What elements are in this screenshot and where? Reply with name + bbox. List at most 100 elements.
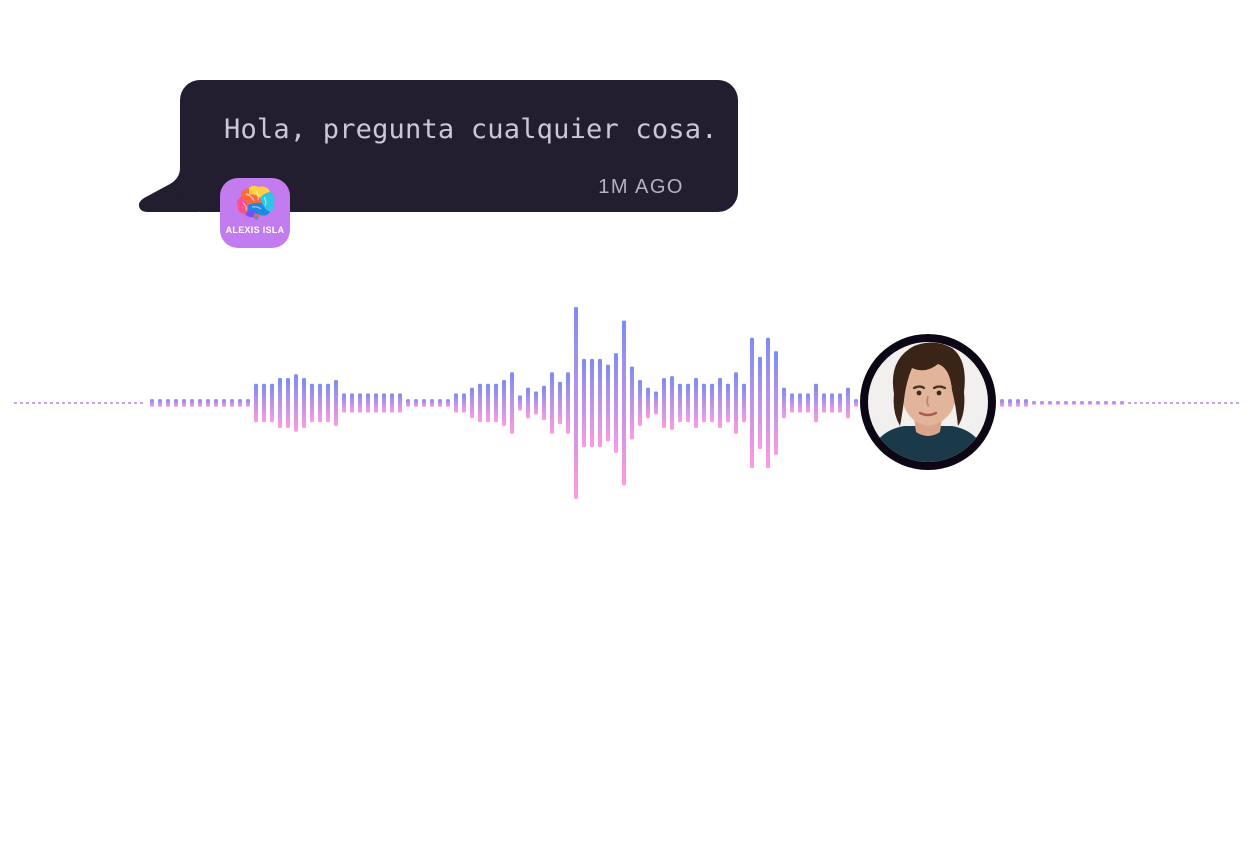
message-timestamp: 1M AGO [598, 176, 684, 198]
waveform-bar [270, 383, 274, 423]
waveform-bar [678, 383, 682, 423]
waveform-bar [518, 395, 522, 411]
waveform-trail-bar [1024, 399, 1028, 407]
waveform-bar [502, 379, 506, 427]
waveform-bar [590, 358, 594, 448]
waveform-bar [342, 393, 346, 413]
waveform-bar [734, 372, 738, 434]
waveform-bar [638, 379, 642, 427]
waveform-bar [742, 383, 746, 423]
waveform-bar [550, 372, 554, 434]
waveform-bar [366, 393, 370, 413]
waveform-bar [510, 372, 514, 434]
waveform-trail-bar [1016, 399, 1020, 407]
waveform-bar [358, 393, 362, 413]
waveform-bar [774, 351, 778, 455]
waveform-bar [222, 399, 226, 407]
waveform-bar [622, 320, 626, 486]
waveform-bar [350, 393, 354, 413]
waveform-bar [526, 387, 530, 419]
waveform-bar [470, 387, 474, 419]
waveform-bar [374, 393, 378, 413]
waveform-bar [430, 399, 434, 407]
waveform-bar [310, 383, 314, 423]
waveform-bar [574, 307, 578, 499]
waveform-bar [558, 381, 562, 425]
waveform-trail-bar [1064, 401, 1068, 405]
waveform-bar [566, 372, 570, 434]
waveform-bar [726, 383, 730, 423]
waveform-bar [318, 383, 322, 423]
waveform-bar [782, 387, 786, 419]
waveform-bar [246, 399, 250, 407]
waveform-bar [278, 378, 282, 428]
waveform-bar [398, 393, 402, 413]
waveform-bar [750, 337, 754, 469]
waveform-bar [334, 379, 338, 427]
waveform-bar [806, 393, 810, 413]
waveform-bar [766, 337, 770, 469]
waveform-bar [710, 383, 714, 423]
waveform-trail-bar [1088, 401, 1092, 405]
bot-avatar-label: ALEXIS ISLA [225, 225, 285, 235]
waveform-bar [582, 358, 586, 448]
waveform-trail-bar [1120, 401, 1124, 405]
waveform-bar [790, 393, 794, 413]
waveform-bar [854, 399, 858, 407]
waveform-bar [462, 393, 466, 413]
waveform-bar [598, 358, 602, 448]
user-photo [860, 334, 996, 470]
waveform-bar [294, 374, 298, 432]
waveform-bar [758, 356, 762, 450]
bot-avatar[interactable]: ALEXIS ISLA [220, 178, 290, 248]
waveform-bar [486, 383, 490, 423]
waveform-bar [206, 399, 210, 407]
waveform-trail-bar [1072, 401, 1076, 405]
waveform-bar [414, 399, 418, 407]
waveform-bar [846, 387, 850, 419]
waveform-bar [150, 399, 154, 407]
waveform-bar [390, 393, 394, 413]
waveform-trail-bar [1080, 401, 1084, 405]
waveform-bar [326, 383, 330, 423]
waveform-trail-bar [1040, 401, 1044, 405]
waveform-bar [798, 393, 802, 413]
waveform-bar [190, 399, 194, 407]
waveform-bar [286, 378, 290, 428]
waveform-bar [662, 378, 666, 428]
waveform-bar [254, 383, 258, 423]
waveform-bar [630, 366, 634, 440]
waveform-bar [174, 399, 178, 407]
waveform-bar [814, 383, 818, 423]
message-text: Hola, pregunta cualquier cosa. [224, 114, 718, 145]
waveform-bar [830, 393, 834, 413]
waveform-bar [542, 385, 546, 421]
waveform-bar [382, 393, 386, 413]
waveform-trail-bar [1104, 401, 1108, 405]
waveform-bar [494, 383, 498, 423]
waveform-bar [198, 399, 202, 407]
waveform-bar [182, 399, 186, 407]
waveform-bar [702, 383, 706, 423]
waveform-bar [166, 399, 170, 407]
waveform-bar [230, 399, 234, 407]
waveform-bar [262, 383, 266, 423]
waveform-trail-bar [1056, 401, 1060, 405]
waveform-bar [406, 399, 410, 407]
waveform-bar [446, 399, 450, 407]
waveform-trail-bar [1032, 401, 1036, 405]
user-avatar[interactable] [860, 334, 996, 470]
waveform-bar [238, 399, 242, 407]
waveform-bar [670, 376, 674, 430]
waveform-trail-bar [1112, 401, 1116, 405]
waveform-bar [718, 378, 722, 428]
waveform-bar [822, 393, 826, 413]
voice-chat-screen: Hola, pregunta cualquier cosa. 1M AGO AL… [0, 0, 1256, 852]
waveform-bar [158, 399, 162, 407]
waveform-bar [534, 391, 538, 415]
waveform-bar [606, 364, 610, 442]
waveform-bar [422, 399, 426, 407]
waveform-bar [478, 383, 482, 423]
waveform-trail-bar [1000, 399, 1004, 407]
waveform-bar [646, 387, 650, 419]
